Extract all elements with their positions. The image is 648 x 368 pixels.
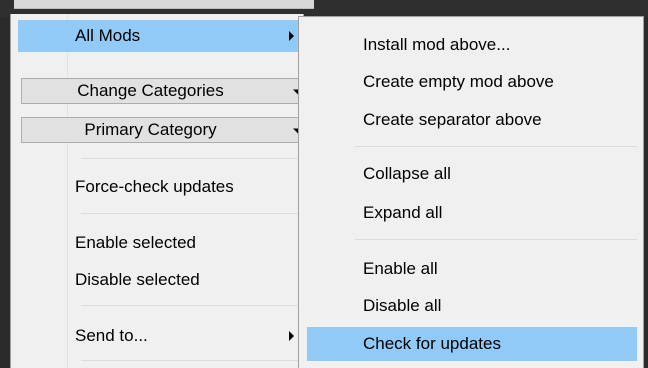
menu-item-send-to[interactable]: Send to... <box>18 320 304 352</box>
menu-item-label: Create empty mod above <box>363 72 554 91</box>
menu-separator <box>81 360 313 361</box>
all-mods-submenu: Install mod above... Create empty mod ab… <box>298 16 644 368</box>
submenu-arrow-icon <box>289 331 294 341</box>
menu-item-label: Create separator above <box>363 110 542 129</box>
menu-item-enable-selected[interactable]: Enable selected <box>18 227 304 259</box>
menu-item-force-check-updates[interactable]: Force-check updates <box>18 171 304 203</box>
menu-item-label: Send to... <box>75 326 148 345</box>
menu-item-all-mods[interactable]: All Mods <box>18 20 304 52</box>
menu-separator <box>81 213 313 214</box>
menu-item-disable-selected[interactable]: Disable selected <box>18 264 304 296</box>
menu-item-label: Enable all <box>363 259 438 278</box>
menu-separator <box>81 158 313 159</box>
menu-item-label: Disable all <box>363 296 442 315</box>
change-categories-dropdown[interactable]: Change Categories <box>21 78 312 104</box>
menu-item-install-mod-above[interactable]: Install mod above... <box>307 28 637 62</box>
menu-separator <box>355 239 637 240</box>
menu-item-create-empty-mod-above[interactable]: Create empty mod above <box>307 65 637 99</box>
menu-item-label: Enable selected <box>75 233 196 252</box>
menu-separator <box>355 146 637 147</box>
menu-item-create-separator-above[interactable]: Create separator above <box>307 103 637 137</box>
background-header-strip <box>14 0 314 9</box>
menu-item-expand-all[interactable]: Expand all <box>307 196 637 230</box>
dropdown-label: Change Categories <box>77 81 224 100</box>
menu-item-label: Check for updates <box>363 334 501 353</box>
dropdown-label: Primary Category <box>84 120 217 139</box>
menu-item-label: Disable selected <box>75 270 200 289</box>
menu-item-label: Collapse all <box>363 164 451 183</box>
menu-item-label: Force-check updates <box>75 177 234 196</box>
context-menu: All Mods Change Categories Primary Categ… <box>10 14 313 368</box>
menu-separator <box>81 305 313 306</box>
menu-item-enable-all[interactable]: Enable all <box>307 252 637 286</box>
primary-category-dropdown[interactable]: Primary Category <box>21 117 312 143</box>
menu-item-check-for-updates[interactable]: Check for updates <box>307 327 637 361</box>
menu-item-label: All Mods <box>75 26 141 45</box>
menu-item-label: Expand all <box>363 203 443 222</box>
submenu-arrow-icon <box>289 31 294 41</box>
menu-item-label: Install mod above... <box>363 35 511 54</box>
menu-item-collapse-all[interactable]: Collapse all <box>307 157 637 191</box>
screen: All Mods Change Categories Primary Categ… <box>0 0 648 368</box>
menu-item-disable-all[interactable]: Disable all <box>307 289 637 323</box>
